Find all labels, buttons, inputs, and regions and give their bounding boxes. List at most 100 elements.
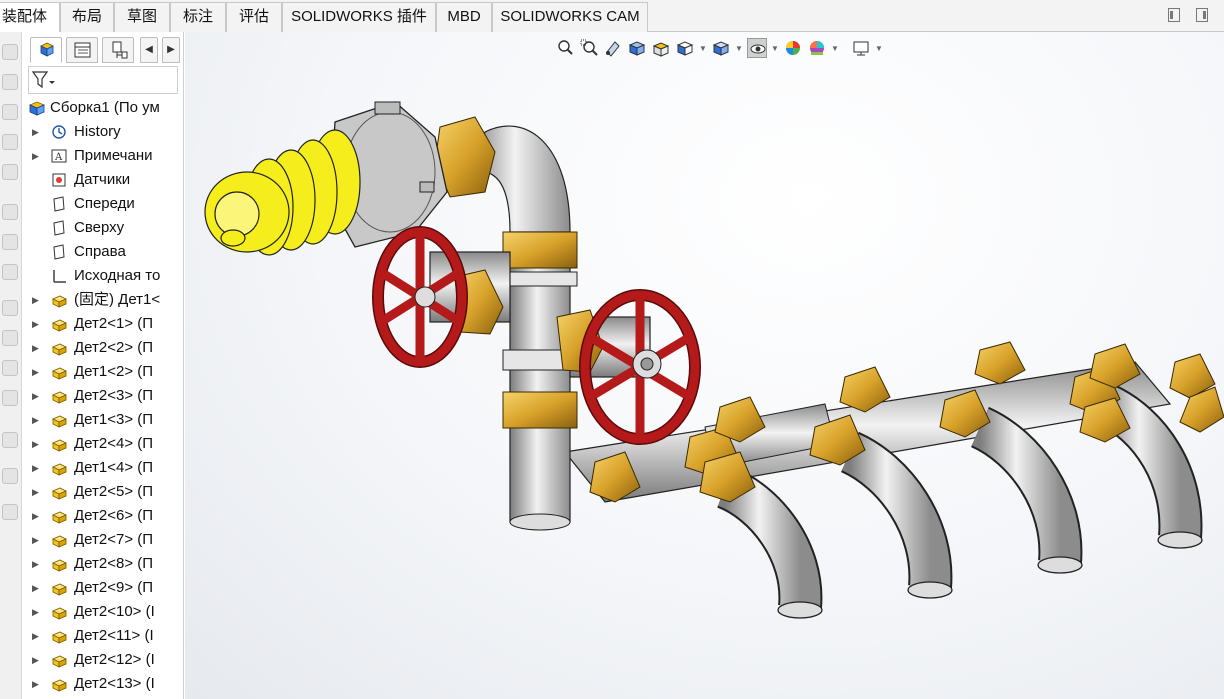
- right-valve[interactable]: [556, 289, 701, 445]
- expand-arrow-icon[interactable]: ▶: [32, 120, 42, 144]
- expand-arrow-icon[interactable]: ▶: [32, 360, 42, 384]
- tree-item-label: History: [74, 123, 121, 140]
- feature-manager-tab[interactable]: [30, 37, 62, 63]
- feature-manager-tree-icon: [40, 42, 54, 57]
- tree-item[interactable]: ▶ Дет2<3> (П: [22, 384, 170, 408]
- tree-item[interactable]: Спереди: [22, 192, 170, 216]
- tree-item[interactable]: ▶ Дет2<9> (П: [22, 576, 170, 600]
- tree-item[interactable]: ▶ History: [22, 120, 170, 144]
- property-manager-tab[interactable]: [66, 37, 98, 63]
- insert-component-icon[interactable]: [2, 74, 18, 90]
- tree-item[interactable]: ▶ Дет2<6> (П: [22, 504, 170, 528]
- tree-item[interactable]: ▶ Дет2<12> (I: [22, 648, 170, 672]
- tree-item-label: Дет2<1> (П: [74, 315, 154, 332]
- expand-arrow-icon[interactable]: ▶: [32, 648, 42, 672]
- clearance-verification-icon[interactable]: [2, 390, 18, 406]
- collapse-left-icon[interactable]: [1168, 8, 1180, 22]
- part-icon: [52, 535, 67, 548]
- tree-item[interactable]: ▶ (固定) Дет1<: [22, 288, 170, 312]
- tab-markup[interactable]: 标注: [170, 2, 226, 32]
- hole-alignment-icon[interactable]: [2, 432, 18, 448]
- part-icon: [52, 487, 67, 500]
- tree-root-assembly[interactable]: Сборка1 (По ум: [22, 96, 170, 120]
- tab-sketch[interactable]: 草图: [114, 2, 170, 32]
- move-component-icon[interactable]: [2, 134, 18, 150]
- tab-mbd[interactable]: MBD: [436, 2, 492, 32]
- expand-arrow-icon[interactable]: ▶: [32, 504, 42, 528]
- filter-icon[interactable]: [29, 67, 59, 93]
- expand-arrow-icon[interactable]: ▶: [32, 528, 42, 552]
- tree-item-label: Исходная то: [74, 267, 161, 284]
- expand-arrow-icon[interactable]: ▶: [32, 672, 42, 696]
- tree-item[interactable]: ▶ Дет2<1> (П: [22, 312, 170, 336]
- tree-item[interactable]: ▶ Дет1<3> (П: [22, 408, 170, 432]
- tree-item[interactable]: Датчики: [22, 168, 170, 192]
- tab-layout[interactable]: 布局: [60, 2, 114, 32]
- expand-arrow-icon[interactable]: ▶: [32, 624, 42, 648]
- tree-filter-bar[interactable]: [28, 66, 178, 94]
- part-icon: [52, 415, 67, 428]
- expand-arrow-icon[interactable]: ▶: [32, 312, 42, 336]
- part-icon: [52, 295, 67, 308]
- tree-item[interactable]: Исходная то: [22, 264, 170, 288]
- expand-arrow-icon[interactable]: ▶: [32, 408, 42, 432]
- tree-item[interactable]: ▶ Дет2<8> (П: [22, 552, 170, 576]
- assembly-features-icon[interactable]: [2, 234, 18, 250]
- bill-of-materials-icon[interactable]: [2, 300, 18, 316]
- expand-arrow-icon[interactable]: ▶: [32, 576, 42, 600]
- tabs-scroll-right-button[interactable]: ▶: [162, 37, 180, 63]
- tree-item-label: Дет2<7> (П: [74, 531, 154, 548]
- tree-item-label: Датчики: [74, 171, 131, 188]
- tree-item[interactable]: ▶ Дет2<2> (П: [22, 336, 170, 360]
- tree-item[interactable]: ▶ Дет2<7> (П: [22, 528, 170, 552]
- assembly-model[interactable]: [185, 32, 1224, 699]
- tab-evaluate[interactable]: 评估: [226, 2, 282, 32]
- tabs-scroll-left-button[interactable]: ◀: [140, 37, 158, 63]
- svg-text:A: A: [54, 152, 63, 163]
- tree-item-label: Примечани: [74, 147, 153, 164]
- expand-arrow-icon[interactable]: ▶: [32, 480, 42, 504]
- tree-item-label: Дет2<12> (I: [74, 651, 155, 668]
- edit-component-icon[interactable]: [2, 44, 18, 60]
- expand-arrow-icon[interactable]: ▶: [32, 384, 42, 408]
- tree-item[interactable]: ▶ A Примечани: [22, 144, 170, 168]
- configuration-manager-tab[interactable]: [102, 37, 134, 63]
- tree-item-label: Дет1<2> (П: [74, 363, 154, 380]
- tree-root-label: Сборка1 (По ум: [50, 99, 160, 116]
- tab-solidworks-cam[interactable]: SOLIDWORKS CAM: [492, 2, 648, 32]
- mate-icon[interactable]: [2, 104, 18, 120]
- collapse-right-icon[interactable]: [1196, 8, 1208, 22]
- tree-item[interactable]: ▶ Дет2<11> (I: [22, 624, 170, 648]
- exploded-view-icon[interactable]: [2, 330, 18, 346]
- tree-item-label: Дет2<11> (I: [74, 627, 154, 644]
- feature-manager-tabs: ◀ ▶: [30, 37, 182, 63]
- smart-fasteners-icon[interactable]: [2, 164, 18, 180]
- tree-item[interactable]: Сверху: [22, 216, 170, 240]
- expand-arrow-icon[interactable]: ▶: [32, 600, 42, 624]
- interference-detection-icon[interactable]: [2, 360, 18, 376]
- measure-icon[interactable]: [2, 468, 18, 484]
- graphics-area[interactable]: ▼ ▼ ▼ ▼ ▼: [185, 32, 1224, 699]
- spiral-bulb[interactable]: [204, 129, 361, 256]
- linear-pattern-icon[interactable]: [2, 264, 18, 280]
- plane-icon: [53, 196, 65, 212]
- tab-solidworks-addins[interactable]: SOLIDWORKS 插件: [282, 2, 436, 32]
- expand-arrow-icon[interactable]: ▶: [32, 432, 42, 456]
- tree-item[interactable]: ▶ Дет2<4> (П: [22, 432, 170, 456]
- expand-arrow-icon[interactable]: ▶: [32, 288, 42, 312]
- tree-item[interactable]: ▶ Дет2<5> (П: [22, 480, 170, 504]
- tree-item[interactable]: ▶ Дет1<4> (П: [22, 456, 170, 480]
- left-valve[interactable]: [372, 226, 511, 368]
- tree-item[interactable]: ▶ Дет2<13> (I: [22, 672, 170, 696]
- tab-assembly[interactable]: 装配体: [0, 2, 60, 32]
- expand-arrow-icon[interactable]: ▶: [32, 552, 42, 576]
- instant3d-icon[interactable]: [2, 504, 18, 520]
- command-manager-tabs: 装配体 布局 草图 标注 评估 SOLIDWORKS 插件 MBD SOLIDW…: [0, 0, 1224, 32]
- tree-item[interactable]: ▶ Дет2<10> (I: [22, 600, 170, 624]
- expand-arrow-icon[interactable]: ▶: [32, 456, 42, 480]
- reference-geometry-icon[interactable]: [2, 204, 18, 220]
- expand-arrow-icon[interactable]: ▶: [32, 336, 42, 360]
- tree-item[interactable]: ▶ Дет1<2> (П: [22, 360, 170, 384]
- expand-arrow-icon[interactable]: ▶: [32, 144, 42, 168]
- tree-item[interactable]: Справа: [22, 240, 170, 264]
